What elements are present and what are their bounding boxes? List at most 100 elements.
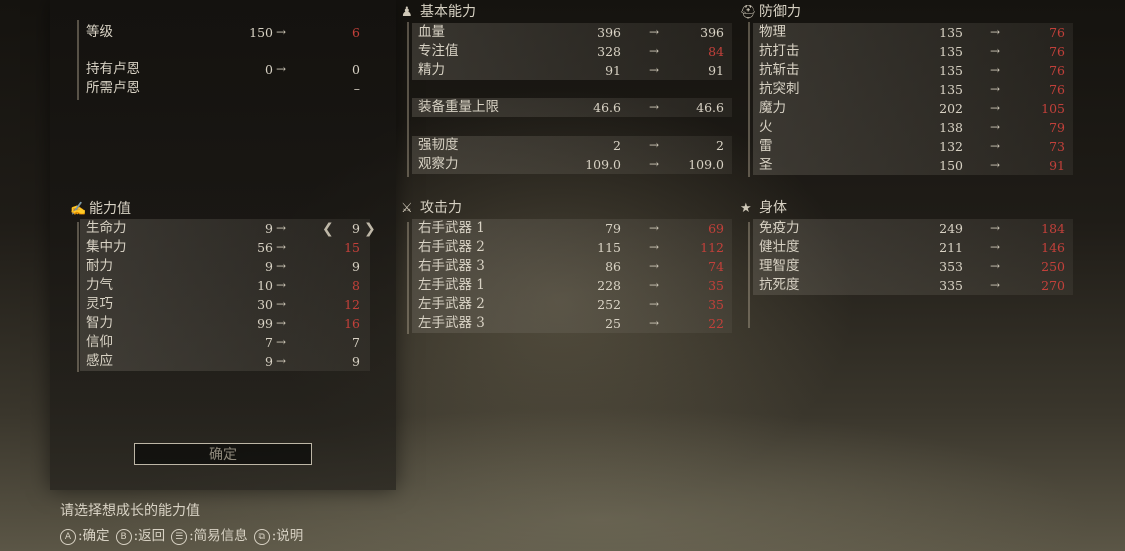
stat-next: 16 — [344, 316, 360, 331]
arrow-icon: → — [990, 221, 1001, 235]
attribute-row[interactable]: 智力 99 → 16 — [80, 314, 370, 333]
stat-current: 86 — [605, 259, 621, 274]
arrow-icon: → — [649, 221, 660, 235]
arrow-icon: → — [649, 297, 660, 311]
stat-label: 雷 — [759, 138, 773, 154]
stat-next: 76 — [1049, 44, 1065, 59]
stat-next: 0 — [352, 62, 360, 77]
defense-row: 魔力 202 → 105 — [753, 99, 1073, 118]
figure-icon: ★ — [740, 201, 752, 216]
arrow-icon: → — [990, 101, 1001, 115]
attribute-row[interactable]: 耐力 9 → 9 — [80, 257, 370, 276]
stat-next: 91 — [1049, 158, 1065, 173]
stat-current: 109.0 — [585, 157, 621, 172]
arrow-icon: → — [990, 82, 1001, 96]
arrow-icon: → — [649, 25, 660, 39]
stat-current: 0 — [265, 62, 273, 77]
arrow-icon: → — [990, 240, 1001, 254]
button-hints: A:确定 B:返回 ☰:简易信息 ⧉:说明 — [60, 524, 309, 545]
stat-current: 135 — [939, 63, 963, 78]
stat-label: 左手武器 3 — [418, 315, 485, 331]
controller-button-icon: ☰ — [171, 529, 188, 545]
stat-current: 9 — [265, 354, 273, 369]
stat-label: 信仰 — [86, 334, 113, 350]
stat-current: 328 — [597, 44, 621, 59]
attack-row: 右手武器 1 79 → 69 — [412, 219, 732, 238]
divider — [407, 22, 409, 177]
stat-next: 105 — [1041, 101, 1065, 116]
stat-current: 7 — [265, 335, 273, 350]
stat-current: 150 — [939, 158, 963, 173]
attack-row: 右手武器 3 86 → 74 — [412, 257, 732, 276]
chevron-right-icon[interactable]: ❯ — [364, 221, 376, 237]
stat-next: – — [353, 81, 360, 96]
stat-next: 112 — [700, 240, 724, 255]
attribute-row[interactable]: 力气 10 → 8 — [80, 276, 370, 295]
arm-icon: ✍ — [70, 202, 87, 217]
arrow-icon: → — [276, 240, 287, 254]
arrow-icon: → — [649, 259, 660, 273]
arrow-icon: → — [990, 120, 1001, 134]
stat-next: 2 — [716, 138, 724, 153]
body-row: 健壮度 211 → 146 — [753, 238, 1073, 257]
controller-button-icon: ⧉ — [253, 529, 270, 545]
back-hint[interactable]: B:返回 — [115, 524, 165, 545]
confirm-button[interactable]: 确定 — [134, 443, 312, 465]
controller-button-icon: A — [60, 529, 76, 545]
confirm-hint[interactable]: A:确定 — [60, 524, 110, 545]
quick-info-hint[interactable]: ☰:简易信息 — [171, 524, 248, 545]
stat-next: 35 — [708, 297, 724, 312]
stat-current: 9 — [265, 221, 273, 236]
stat-label: 理智度 — [759, 258, 800, 274]
stat-next: 15 — [344, 240, 360, 255]
attribute-row[interactable]: 感应 9 → 9 — [80, 352, 370, 371]
stat-label: 圣 — [759, 157, 773, 173]
defense-title: ⛑ 防御力 — [740, 4, 801, 20]
stat-current: 135 — [939, 25, 963, 40]
body-row: 免疫力 249 → 184 — [753, 219, 1073, 238]
stat-label: 左手武器 1 — [418, 277, 485, 293]
chevron-left-icon[interactable]: ❮ — [322, 221, 334, 237]
controller-button-icon: B — [115, 529, 132, 545]
stat-next: 91 — [708, 63, 724, 78]
divider — [748, 222, 750, 328]
defense-row: 圣 150 → 91 — [753, 156, 1073, 175]
hint-label: :简易信息 — [189, 528, 248, 544]
stat-next: 146 — [1041, 240, 1065, 255]
stat-current: 335 — [939, 278, 963, 293]
stat-label: 右手武器 1 — [418, 220, 485, 236]
attribute-row[interactable]: 灵巧 30 → 12 — [80, 295, 370, 314]
defense-row: 火 138 → 79 — [753, 118, 1073, 137]
attribute-row[interactable]: 集中力 56 → 15 — [80, 238, 370, 257]
stat-next: 76 — [1049, 82, 1065, 97]
stat-next: 79 — [1049, 120, 1065, 135]
arrow-icon: → — [276, 335, 287, 349]
attribute-row[interactable]: 信仰 7 → 7 — [80, 333, 370, 352]
stat-label: 智力 — [86, 315, 113, 331]
arrow-icon: → — [276, 354, 287, 368]
stat-next: 9 — [352, 259, 360, 274]
stat-label: 精力 — [418, 62, 445, 78]
stat-current: 132 — [939, 139, 963, 154]
stat-label: 耐力 — [86, 258, 113, 274]
stat-current: 9 — [265, 259, 273, 274]
stat-label: 持有卢恩 — [86, 61, 140, 77]
arrow-icon: → — [649, 63, 660, 77]
stat-current: 135 — [939, 82, 963, 97]
base-stat-row: 精力 91 → 91 — [412, 61, 732, 80]
attack-row: 左手武器 3 25 → 22 — [412, 314, 732, 333]
stat-next: 73 — [1049, 139, 1065, 154]
prompt-text: 请选择想成长的能力值 — [60, 503, 200, 519]
stat-current: 353 — [939, 259, 963, 274]
stat-current: 150 — [249, 25, 273, 40]
defense-row: 雷 132 → 73 — [753, 137, 1073, 156]
arrow-icon: → — [649, 100, 660, 114]
hint-label: :说明 — [271, 528, 304, 544]
stat-label: 物理 — [759, 24, 786, 40]
stat-label: 观察力 — [418, 156, 459, 172]
arrow-icon: → — [990, 278, 1001, 292]
explain-hint[interactable]: ⧉:说明 — [253, 524, 304, 545]
stat-next: 12 — [344, 297, 360, 312]
stat-label: 强韧度 — [418, 137, 459, 153]
arrow-icon: → — [649, 278, 660, 292]
